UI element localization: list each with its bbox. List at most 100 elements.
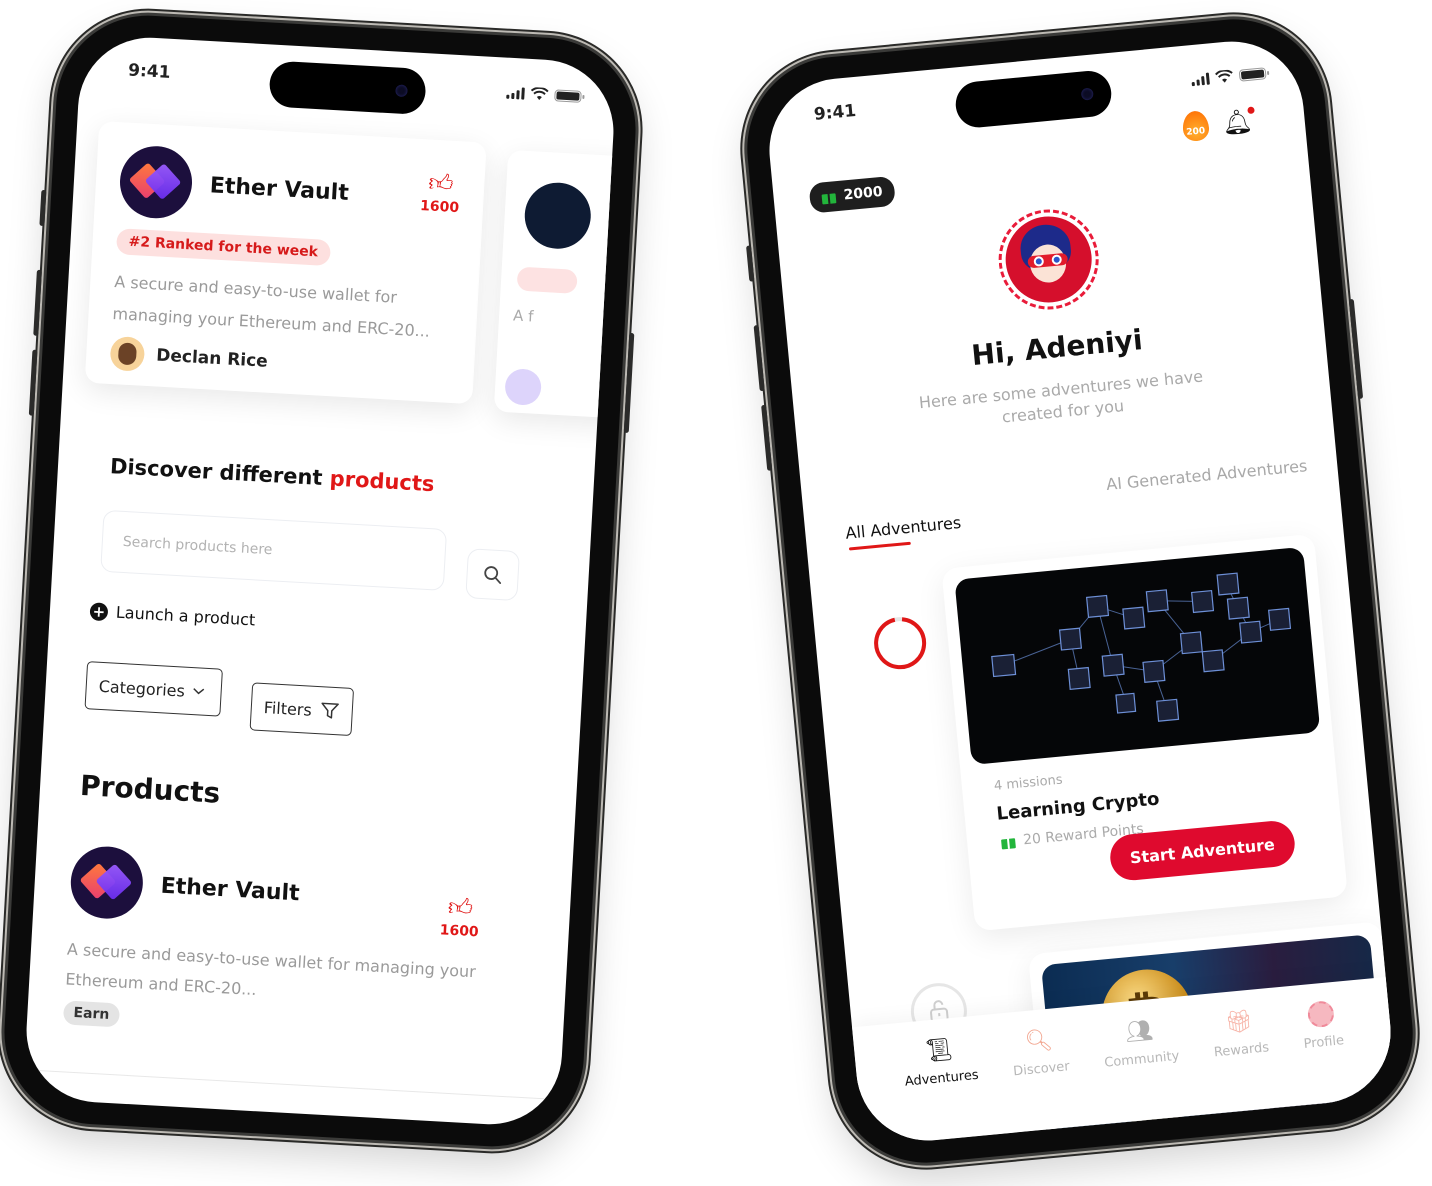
author-avatar	[504, 368, 543, 407]
gift-icon	[821, 189, 836, 204]
nav-profile[interactable]: Profile	[1300, 997, 1345, 1052]
search-field[interactable]	[100, 509, 448, 591]
adventure-card[interactable]: 4 missions Learning Crypto 20 Reward Poi…	[941, 533, 1348, 932]
header-actions: 200 🔔︎	[1180, 106, 1255, 143]
product-description: A secure and easy-to-use wallet for mana…	[112, 272, 431, 341]
status-time: 9:41	[813, 100, 858, 125]
signal-icon	[506, 87, 525, 100]
thumbs-up-icon: 👍︎	[447, 892, 474, 923]
dynamic-island	[268, 60, 427, 116]
search-input[interactable]	[101, 510, 447, 590]
product-title: Ether Vault	[160, 873, 301, 906]
launch-product-button[interactable]: + Launch a product	[89, 601, 256, 630]
divider	[24, 1069, 560, 1101]
product-title: Ether Vault	[209, 172, 350, 206]
battery-icon	[554, 89, 582, 103]
wifi-icon	[530, 87, 549, 100]
nav-discover-label: Discover	[1012, 1059, 1071, 1080]
thumbs-up-icon: 👍︎	[427, 168, 455, 198]
categories-dropdown[interactable]: Categories	[84, 661, 223, 717]
rank-badge: #2 Ranked for the week	[115, 228, 331, 267]
products-screen: 9:41 Ether Vault 👍︎ 1600 #2 Ranked for t…	[22, 33, 618, 1129]
adventures-screen: 9:41 2000 200 🔔︎ Hi, Adeniyi Here are so…	[763, 35, 1397, 1147]
profile-avatar[interactable]	[994, 204, 1104, 314]
dynamic-island	[953, 68, 1114, 130]
nav-rewards-label: Rewards	[1213, 1040, 1270, 1061]
volume-down-button	[28, 349, 38, 416]
product-logo	[522, 180, 593, 251]
product-list-item[interactable]: Ether Vault 👍︎ 1600 A secure and easy-to…	[62, 844, 482, 1048]
tab-all-adventures[interactable]: All Adventures	[845, 513, 963, 551]
nav-adventures-label: Adventures	[904, 1067, 980, 1090]
camera-icon	[395, 84, 408, 98]
discover-heading-text: Discover different	[109, 454, 324, 490]
like-button[interactable]: 👍︎ 1600	[419, 168, 461, 217]
gift-icon: 🎁︎	[1223, 1008, 1254, 1036]
search-button[interactable]	[465, 548, 520, 602]
nav-community-label: Community	[1103, 1048, 1181, 1071]
status-time: 9:41	[127, 60, 171, 83]
phone-left: 9:41 Ether Vault 👍︎ 1600 #2 Ranked for t…	[0, 10, 641, 1152]
filters-button[interactable]: Filters	[249, 682, 355, 736]
camera-icon	[1080, 87, 1094, 101]
volume-down-button	[761, 404, 773, 471]
nav-profile-label: Profile	[1303, 1033, 1345, 1052]
author-avatar	[109, 335, 146, 372]
action-button	[39, 189, 47, 227]
next-featured-card[interactable]: A f	[493, 149, 618, 422]
filter-funnel-icon	[321, 702, 339, 719]
notification-dot	[1247, 106, 1255, 115]
products-section-title: Products	[79, 768, 222, 810]
like-count: 1600	[439, 922, 480, 941]
nav-adventures[interactable]: 📜︎ Adventures	[901, 1032, 979, 1090]
tab-ai-generated-adventures[interactable]: AI Generated Adventures	[1105, 456, 1308, 502]
categories-label: Categories	[98, 676, 186, 701]
adventure-tabs: All Adventures AI Generated Adventures	[842, 456, 1311, 551]
ether-vault-logo	[118, 144, 194, 221]
featured-product-card[interactable]: Ether Vault 👍︎ 1600 #2 Ranked for the we…	[84, 120, 487, 405]
power-button	[623, 332, 635, 434]
like-count: 1600	[419, 198, 460, 217]
status-icons	[506, 86, 582, 103]
progress-fill	[874, 617, 927, 670]
filters-label: Filters	[263, 697, 313, 720]
reward-points-value: 2000	[842, 183, 884, 204]
adventure-progress-ring	[874, 617, 927, 670]
discover-heading-highlight: products	[329, 466, 436, 497]
plus-circle-icon: +	[89, 601, 109, 621]
ether-vault-logo	[68, 844, 145, 921]
gift-icon	[1001, 834, 1016, 849]
product-description-fragment: A f	[512, 306, 534, 326]
product-description: A secure and easy-to-use wallet for mana…	[64, 939, 477, 1000]
greeting: Hi, Adeniyi	[970, 323, 1144, 373]
reward-points-chip[interactable]: 2000	[808, 175, 896, 214]
map-scroll-icon: 📜︎	[923, 1036, 955, 1065]
like-button[interactable]: 👍︎ 1600	[439, 892, 480, 941]
streak-flame-icon[interactable]: 200	[1180, 109, 1210, 143]
launch-product-label: Launch a product	[115, 602, 256, 630]
streak-count: 200	[1186, 126, 1206, 138]
profile-avatar-icon	[1305, 998, 1338, 1031]
battery-icon	[1238, 67, 1267, 82]
search-icon	[484, 566, 502, 584]
blockchain-image	[954, 546, 1321, 765]
chevron-down-icon	[193, 688, 205, 695]
notifications-button[interactable]: 🔔︎	[1221, 106, 1255, 137]
volume-up-button	[33, 269, 42, 336]
volume-up-button	[753, 325, 765, 392]
action-button	[746, 245, 755, 282]
nav-rewards[interactable]: 🎁︎ Rewards	[1210, 1004, 1270, 1061]
discover-search-icon: 🔍︎	[1023, 1027, 1054, 1055]
status-icons	[1191, 66, 1267, 87]
discover-heading: Discover different products	[109, 454, 435, 496]
category-tag[interactable]: Earn	[62, 1000, 120, 1028]
nav-discover[interactable]: 🔍︎ Discover	[1009, 1023, 1071, 1080]
wifi-icon	[1215, 69, 1233, 83]
rank-badge	[516, 266, 578, 294]
phone-right: 9:41 2000 200 🔔︎ Hi, Adeniyi Here are so…	[739, 11, 1421, 1171]
signal-icon	[1191, 72, 1210, 87]
community-icon: 👥︎	[1124, 1017, 1155, 1046]
power-button	[1348, 298, 1364, 399]
nav-community[interactable]: 👥︎ Community	[1100, 1013, 1180, 1071]
sub-greeting: Here are some adventures we have created…	[918, 366, 1204, 427]
